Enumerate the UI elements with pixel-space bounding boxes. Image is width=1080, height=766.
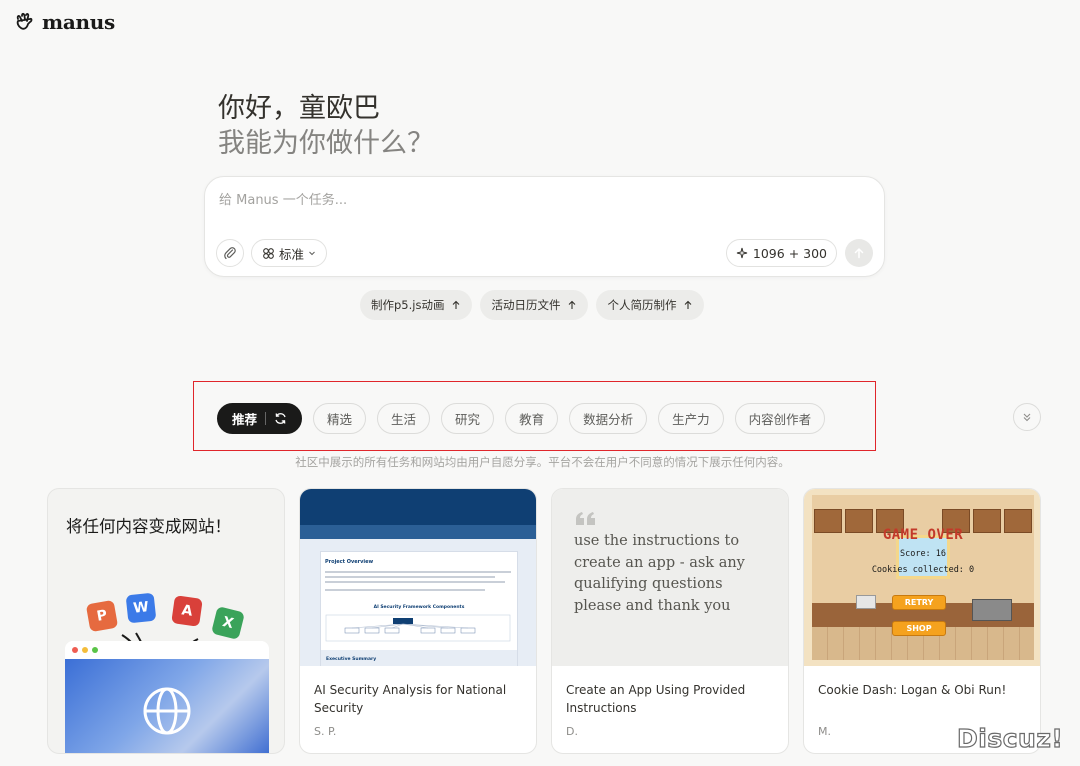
filter-chip[interactable]: 生产力 [658, 403, 724, 434]
mode-icon [263, 247, 274, 259]
minimize-dot [82, 647, 88, 653]
powerpoint-icon: P [85, 599, 119, 633]
mode-label: 标准 [279, 246, 305, 262]
stove [972, 599, 1012, 621]
watermark: Discuz! [956, 723, 1064, 753]
attach-button[interactable] [216, 239, 244, 267]
greeting-hello: 你好，童欧巴 [218, 93, 380, 124]
card-author: M. [818, 725, 831, 738]
showcase-card-ai-security[interactable]: Project Overview AI Security Framework C… [299, 488, 537, 754]
mode-select[interactable]: 标准 [251, 239, 328, 267]
doc-section-bar: Executive Summary [321, 650, 517, 666]
score-text: Score: 16 [899, 549, 947, 559]
word-icon: W [125, 592, 157, 624]
diagram-thumbnail [325, 614, 511, 642]
task-composer: 标准 1096 + 300 [204, 176, 885, 277]
card-preview: GAME OVER Score: 16 Cookies collected: 0… [804, 489, 1040, 666]
manus-logo[interactable]: manus [14, 10, 115, 34]
expand-filters-button[interactable] [1013, 403, 1041, 431]
sparkle-icon [736, 247, 748, 259]
category-filters: 推荐 精选 生活 研究 教育 数据分析 生产力 内容创作者 [217, 403, 826, 434]
retry-button: RETRY [892, 595, 946, 610]
app-name: manus [42, 10, 115, 34]
browser-window-illustration [65, 641, 269, 753]
card-title: AI Security Analysis for National Securi… [314, 683, 507, 715]
send-button[interactable] [845, 239, 873, 267]
maximize-dot [92, 647, 98, 653]
credits-value: 1096 + 300 [752, 245, 827, 261]
filter-chip[interactable]: 精选 [313, 403, 367, 434]
pdf-icon: A [171, 595, 203, 627]
doc-nav [300, 525, 536, 539]
suggestion-chip[interactable]: 个人简历制作 [596, 290, 705, 320]
suggestion-chips: 制作p5.js动画 活动日历文件 个人简历制作 [360, 290, 705, 320]
card-author: D. [566, 725, 578, 738]
suggestion-label: 个人简历制作 [607, 298, 677, 312]
text-line [325, 576, 495, 578]
task-input[interactable] [219, 189, 819, 211]
chevron-double-down-icon [1023, 413, 1031, 422]
globe-icon [143, 687, 191, 735]
card-heading: 将任何内容变成网站！ [66, 517, 231, 536]
card-author: S. P. [314, 725, 337, 738]
doc-heading: Project Overview [325, 559, 374, 565]
greeting-question: 我能为你做什么？ [218, 128, 434, 159]
greeting: 你好，童欧巴 我能为你做什么？ [218, 92, 434, 162]
text-line [325, 571, 511, 573]
filter-recommended[interactable]: 推荐 [217, 403, 303, 434]
showcase-card-website[interactable]: 将任何内容变成网站！ P W A X [47, 488, 285, 754]
browser-content [65, 659, 269, 753]
filter-chip[interactable]: 教育 [505, 403, 559, 434]
community-disclaimer: 社区中展示的所有任务和网站均由用户自愿分享。平台不会在用户不同意的情况下展示任何… [295, 455, 790, 469]
doc-body: Project Overview AI Security Framework C… [300, 539, 536, 666]
arrow-up-icon [453, 300, 460, 309]
filter-chip[interactable]: 内容创作者 [734, 403, 826, 434]
chevron-down-icon [309, 251, 315, 256]
suggestion-chip[interactable]: 活动日历文件 [480, 290, 589, 320]
paperclip-icon [224, 247, 236, 260]
filter-chip[interactable]: 生活 [377, 403, 431, 434]
quote-icon [576, 512, 595, 525]
game-screen: GAME OVER Score: 16 Cookies collected: 0… [812, 495, 1034, 660]
filter-chip[interactable]: 数据分析 [569, 403, 648, 434]
card-preview: Project Overview AI Security Framework C… [300, 489, 536, 666]
divider [265, 412, 267, 425]
doc-header [300, 489, 536, 525]
shop-button: SHOP [892, 621, 946, 636]
doc-subheading: Executive Summary [326, 657, 377, 662]
showcase-card-create-app[interactable]: use the instructions to create an app - … [551, 488, 789, 754]
suggestion-chip[interactable]: 制作p5.js动画 [360, 290, 473, 320]
refresh-icon[interactable] [274, 412, 287, 425]
page: manus 你好，童欧巴 我能为你做什么？ 标准 [0, 0, 1080, 766]
close-dot [72, 647, 78, 653]
manus-hand-icon [16, 12, 33, 30]
doc-section-heading: AI Security Framework Components [373, 605, 465, 610]
arrow-up-icon [569, 300, 576, 309]
doc-page: Project Overview AI Security Framework C… [320, 551, 518, 666]
card-title: Create an App Using Provided Instruction… [566, 683, 746, 715]
card-title: Cookie Dash: Logan & Obi Run! [818, 683, 1007, 697]
filter-label: 推荐 [232, 412, 258, 427]
prompt-quote: use the instructions to create an app - … [574, 533, 745, 614]
arrow-up-icon [685, 300, 692, 309]
showcase-card-cookie-dash[interactable]: GAME OVER Score: 16 Cookies collected: 0… [803, 488, 1041, 754]
arrow-up-icon [854, 247, 864, 259]
suggestion-label: 制作p5.js动画 [371, 298, 445, 312]
sink [856, 595, 876, 609]
suggestion-label: 活动日历文件 [491, 298, 561, 312]
filter-chip[interactable]: 研究 [441, 403, 495, 434]
browser-toolbar [65, 641, 269, 659]
game-over-text: GAME OVER [882, 527, 964, 543]
card-preview: use the instructions to create an app - … [552, 489, 788, 666]
text-line [325, 589, 485, 591]
cookies-text: Cookies collected: 0 [871, 565, 975, 575]
text-line [325, 581, 505, 583]
credits-badge[interactable]: 1096 + 300 [725, 239, 837, 267]
